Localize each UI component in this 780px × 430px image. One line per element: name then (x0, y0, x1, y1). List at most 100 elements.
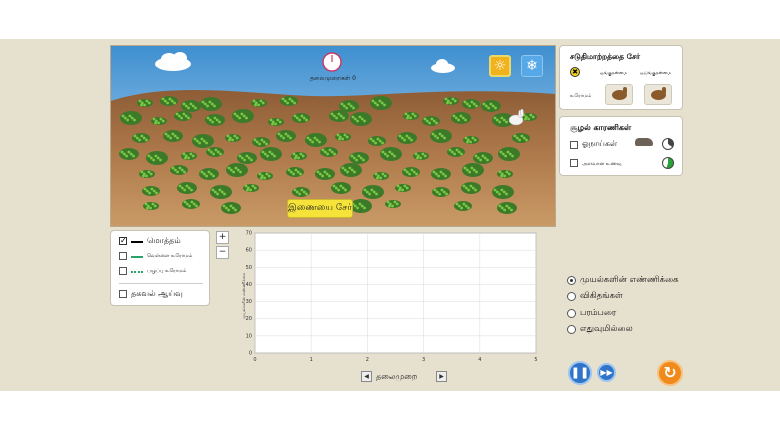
plant-cluster (481, 100, 501, 112)
plant-cluster (497, 170, 513, 178)
hourglass-icon: ✖ (570, 67, 580, 77)
plant-cluster (286, 167, 304, 177)
plant-cluster (473, 152, 493, 164)
plant-cluster (430, 129, 452, 143)
plant-cluster (349, 152, 369, 164)
data-probe-label: தகவல் ஆய்வு (131, 289, 183, 298)
plant-cluster (205, 114, 225, 126)
plant-cluster (280, 96, 298, 106)
plant-cluster (170, 165, 188, 175)
view-option-proportions[interactable]: விகிதங்கள் (567, 291, 623, 302)
fur-row-label: உரோமம் (570, 93, 592, 99)
brown-fur-label: பழுப்பு உரோமம் (147, 268, 187, 274)
plant-cluster (454, 201, 472, 211)
plant-cluster (119, 148, 139, 160)
plant-cluster (497, 202, 517, 214)
pause-button[interactable]: ❚❚ (568, 361, 592, 385)
sun-icon[interactable]: ☼ (489, 55, 511, 77)
plant-cluster (292, 187, 310, 197)
previous-generation-button[interactable]: ◀ (361, 371, 372, 382)
fur-recessive-mutation-button[interactable] (644, 84, 672, 105)
plant-cluster (252, 137, 270, 147)
plant-cluster (512, 133, 530, 143)
white-fur-line-swatch (131, 256, 143, 258)
view-option-population[interactable]: முயல்களின் எண்ணிக்கை (567, 275, 679, 286)
y-axis-label: முயல்களின் எண்ணிக்கை (241, 272, 247, 319)
plant-cluster (350, 199, 372, 213)
plant-cluster (182, 199, 200, 209)
y-tick-label: 40 (246, 282, 252, 288)
plant-cluster (462, 99, 480, 109)
brown-fur-line-swatch (131, 271, 143, 273)
next-generation-button[interactable]: ▶ (436, 371, 447, 382)
plant-cluster (492, 185, 514, 199)
x-axis-label: தலைமுறை (376, 372, 418, 381)
y-tick-label: 50 (246, 265, 252, 271)
plant-cluster (276, 130, 296, 142)
zoom-in-button[interactable]: + (216, 231, 229, 244)
plant-cluster (331, 182, 351, 194)
plant-cluster (443, 97, 459, 105)
reset-button[interactable]: ↻ (657, 360, 683, 386)
data-probe-checkbox[interactable] (119, 290, 127, 298)
plant-cluster (385, 200, 401, 208)
radio-pedigree[interactable] (567, 309, 576, 318)
plant-cluster (137, 99, 153, 107)
dominant-label: ஓங்குதன்மை (600, 71, 627, 76)
y-tick-label: 10 (246, 333, 252, 339)
plant-cluster (463, 136, 479, 144)
zoom-out-button[interactable]: − (216, 246, 229, 259)
radio-proportions[interactable] (567, 292, 576, 301)
legend-panel: ✓ மொத்தம் வெள்ளை உரோமம் பழுப்பு உரோமம் த… (110, 230, 210, 306)
fur-dominant-mutation-button[interactable] (605, 84, 633, 105)
x-tick-label: 1 (310, 357, 313, 362)
snow-icon[interactable]: ❄ (521, 55, 543, 77)
mutation-panel-title: சடுதிமாற்றத்தை சேர் (570, 52, 641, 61)
legend-divider (119, 283, 203, 284)
plant-cluster (210, 185, 232, 199)
recessive-label: ஒடுங்குதன்மை (640, 71, 671, 76)
food-checkbox[interactable] (570, 159, 578, 167)
plant-cluster (251, 99, 267, 107)
plant-cluster (181, 152, 197, 160)
plant-cluster (232, 109, 254, 123)
add-mate-button[interactable]: இணையை சேர் (287, 199, 353, 218)
plant-cluster (225, 134, 241, 142)
plant-cluster (362, 185, 384, 199)
radio-population[interactable] (567, 276, 576, 285)
plant-cluster (177, 182, 197, 194)
plant-cluster (305, 133, 327, 147)
total-checkbox[interactable]: ✓ (119, 237, 127, 245)
plant-cluster (206, 147, 224, 157)
plant-cluster (199, 168, 219, 180)
plant-cluster (192, 134, 214, 148)
plant-cluster (315, 168, 335, 180)
view-option-pedigree[interactable]: பரம்பரை (567, 308, 617, 319)
view-option-none[interactable]: எதுவுமில்லை (567, 324, 633, 335)
plant-cluster (174, 111, 192, 121)
x-tick-label: 5 (534, 357, 537, 362)
plant-cluster (373, 172, 389, 180)
brown-fur-checkbox[interactable] (119, 267, 127, 275)
plant-cluster (447, 147, 465, 157)
environment-panel: சூழல் காரணிகள் ஓநாய்கள் அளவான உணவு (559, 116, 683, 176)
white-fur-checkbox[interactable] (119, 252, 127, 260)
plant-cluster (397, 132, 417, 144)
plant-cluster (422, 116, 440, 126)
simulation-area: தலைமுறைகள் 0 ☼ ❄ இணையை சேர் (110, 45, 556, 227)
plant-cluster (143, 202, 159, 210)
environment-panel-title: சூழல் காரணிகள் (570, 123, 632, 132)
wolves-checkbox[interactable] (570, 141, 578, 149)
plant-cluster (160, 96, 178, 106)
plant-cluster (329, 110, 349, 122)
population-chart-svg: 0 10 20 30 40 50 60 70 0 1 2 3 4 5 முயல்களின் எண்ணிக்க… (241, 231, 538, 364)
total-line-swatch (131, 241, 143, 243)
step-forward-button[interactable]: ▶▶ (597, 363, 616, 382)
plant-cluster (350, 112, 372, 126)
x-tick-label: 3 (422, 357, 425, 362)
wolves-label: ஓநாய்கள் (582, 139, 618, 148)
plant-cluster (432, 187, 450, 197)
plant-cluster (340, 163, 362, 177)
radio-none[interactable] (567, 325, 576, 334)
view-option-label: பரம்பரை (580, 308, 617, 318)
